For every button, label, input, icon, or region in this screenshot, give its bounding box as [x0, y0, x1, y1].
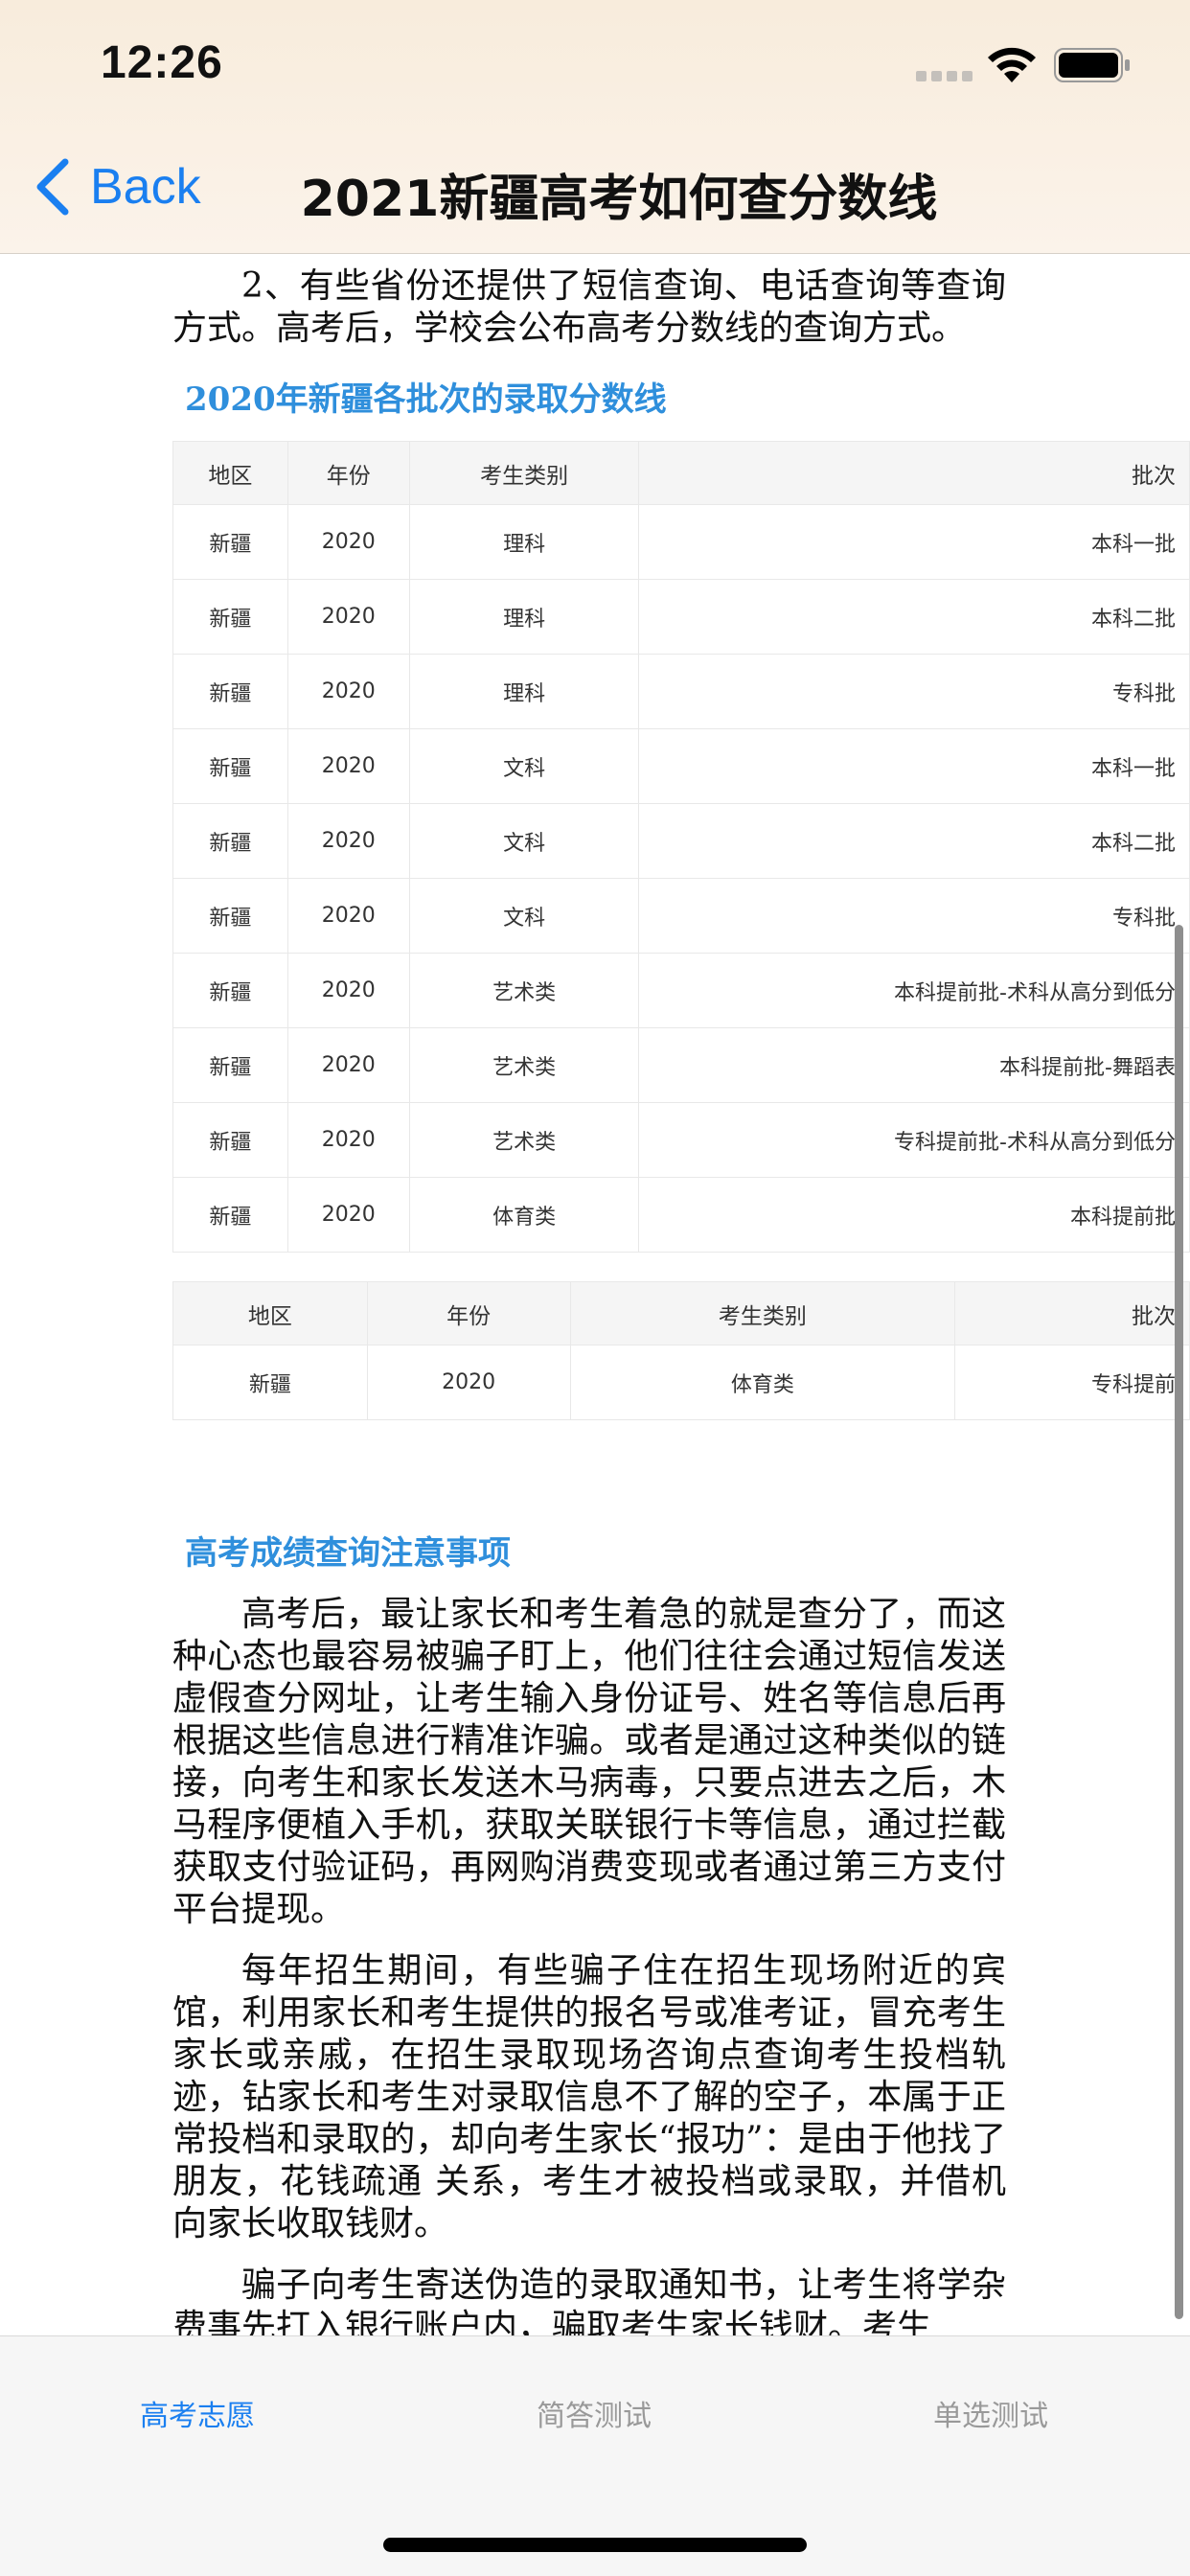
table-header: 批次	[954, 1281, 1190, 1346]
article-paragraph: 每年招生期间，有些骗子住在招生现场附近的宾馆，利用家长和考生提供的报名号或准考证…	[172, 1951, 1006, 2243]
table-row: 新疆 2020 体育类 专科提前	[172, 1345, 1190, 1420]
table-cell: 艺术类	[408, 1102, 640, 1178]
table-cell: 新疆	[172, 1345, 368, 1420]
table-cell: 本科二批	[638, 579, 1190, 655]
cellular-signal-icon	[916, 71, 973, 81]
status-time: 12:26	[101, 37, 223, 88]
table-cell: 新疆	[172, 1102, 288, 1178]
scores-table-continued: 地区 年份 考生类别 批次 新疆 2020 体育类 专科提前	[172, 1281, 1190, 1420]
scores-table: 地区 年份 考生类别 批次 新疆 2020 理科 本科一批 新疆 2020 理科…	[172, 441, 1190, 1253]
table-cell: 专科批	[638, 654, 1190, 729]
table-cell: 理科	[408, 504, 640, 580]
table-cell: 新疆	[172, 1027, 288, 1103]
table-cell: 艺术类	[408, 1027, 640, 1103]
table-cell: 2020	[286, 1102, 410, 1178]
scrollbar[interactable]	[1175, 925, 1183, 2319]
table-header: 年份	[286, 441, 410, 505]
table-cell: 2020	[286, 1027, 410, 1103]
table-cell: 新疆	[172, 504, 288, 580]
table-cell: 艺术类	[408, 953, 640, 1028]
table-cell: 体育类	[408, 1177, 640, 1253]
table-cell: 新疆	[172, 579, 288, 655]
tab-short-answer-test[interactable]: 简答测试	[537, 2392, 652, 2434]
table-row: 新疆 2020 艺术类 本科提前批-术科从高分到低分	[172, 953, 1190, 1028]
table-cell: 专科提前批-术科从高分到低分	[638, 1102, 1190, 1178]
table-header: 批次	[638, 441, 1190, 505]
table-cell: 2020	[366, 1345, 571, 1420]
table-cell: 2020	[286, 654, 410, 729]
table-header: 考生类别	[569, 1281, 956, 1346]
home-indicator	[383, 2538, 807, 2552]
top-header: 12:26 Back 2021新疆高考如何查分数线	[0, 0, 1190, 254]
table-cell: 新疆	[172, 878, 288, 954]
table-header: 地区	[172, 441, 288, 505]
table-row: 新疆 2020 文科 专科批	[172, 878, 1190, 954]
intro-paragraph: 2、有些省份还提供了短信查询、电话查询等查询方式。高考后，学校会公布高考分数线的…	[172, 266, 1006, 348]
table-cell: 2020	[286, 579, 410, 655]
tab-single-choice-test[interactable]: 单选测试	[933, 2392, 1048, 2434]
table-cell: 新疆	[172, 1177, 288, 1253]
table-cell: 新疆	[172, 654, 288, 729]
battery-icon	[1054, 48, 1130, 82]
table-cell: 2020	[286, 1177, 410, 1253]
table-row: 新疆 2020 理科 专科批	[172, 654, 1190, 729]
article-content[interactable]: 2、有些省份还提供了短信查询、电话查询等查询方式。高考后，学校会公布高考分数线的…	[0, 254, 1190, 2335]
table-row: 新疆 2020 文科 本科一批	[172, 728, 1190, 804]
table-row: 新疆 2020 理科 本科一批	[172, 504, 1190, 580]
table-cell: 2020	[286, 878, 410, 954]
section-heading-notes: 高考成绩查询注意事项	[185, 1534, 511, 1573]
table-header: 地区	[172, 1281, 368, 1346]
article-paragraph: 高考后，最让家长和考生着急的就是查分了，而这种心态也最容易被骗子盯上，他们往往会…	[172, 1595, 1006, 1929]
table-cell: 本科提前批-术科从高分到低分	[638, 953, 1190, 1028]
table-cell: 文科	[408, 878, 640, 954]
tab-gaokao-volunteer[interactable]: 高考志愿	[140, 2392, 255, 2434]
table-cell: 专科提前	[954, 1345, 1190, 1420]
table-cell: 新疆	[172, 728, 288, 804]
table-cell: 理科	[408, 579, 640, 655]
table-cell: 2020	[286, 803, 410, 879]
table-cell: 本科二批	[638, 803, 1190, 879]
page-title: 2021新疆高考如何查分数线	[300, 171, 938, 228]
table-header-row: 地区 年份 考生类别 批次	[172, 1281, 1190, 1346]
table-row: 新疆 2020 文科 本科二批	[172, 803, 1190, 879]
table-header-row: 地区 年份 考生类别 批次	[172, 441, 1190, 505]
table-cell: 文科	[408, 803, 640, 879]
table-cell: 体育类	[569, 1345, 956, 1420]
table-cell: 本科一批	[638, 728, 1190, 804]
table-cell: 2020	[286, 953, 410, 1028]
wifi-icon	[988, 47, 1036, 82]
table-cell: 本科提前批-舞蹈表	[638, 1027, 1190, 1103]
section-heading-scores: 2020年新疆各批次的录取分数线	[185, 380, 667, 419]
table-cell: 2020	[286, 504, 410, 580]
table-cell: 2020	[286, 728, 410, 804]
article-paragraph: 骗子向考生寄送伪造的录取通知书，让考生将学杂费事先打入银行账户内，骗取考生家长钱…	[172, 2266, 1006, 2335]
table-row: 新疆 2020 理科 本科二批	[172, 579, 1190, 655]
table-cell: 理科	[408, 654, 640, 729]
table-cell: 专科批	[638, 878, 1190, 954]
table-cell: 新疆	[172, 953, 288, 1028]
table-row: 新疆 2020 艺术类 本科提前批-舞蹈表	[172, 1027, 1190, 1103]
table-row: 新疆 2020 艺术类 专科提前批-术科从高分到低分	[172, 1102, 1190, 1178]
table-header: 考生类别	[408, 441, 640, 505]
table-header: 年份	[366, 1281, 571, 1346]
table-cell: 本科提前批	[638, 1177, 1190, 1253]
table-cell: 文科	[408, 728, 640, 804]
table-cell: 新疆	[172, 803, 288, 879]
table-row: 新疆 2020 体育类 本科提前批	[172, 1177, 1190, 1253]
table-cell: 本科一批	[638, 504, 1190, 580]
